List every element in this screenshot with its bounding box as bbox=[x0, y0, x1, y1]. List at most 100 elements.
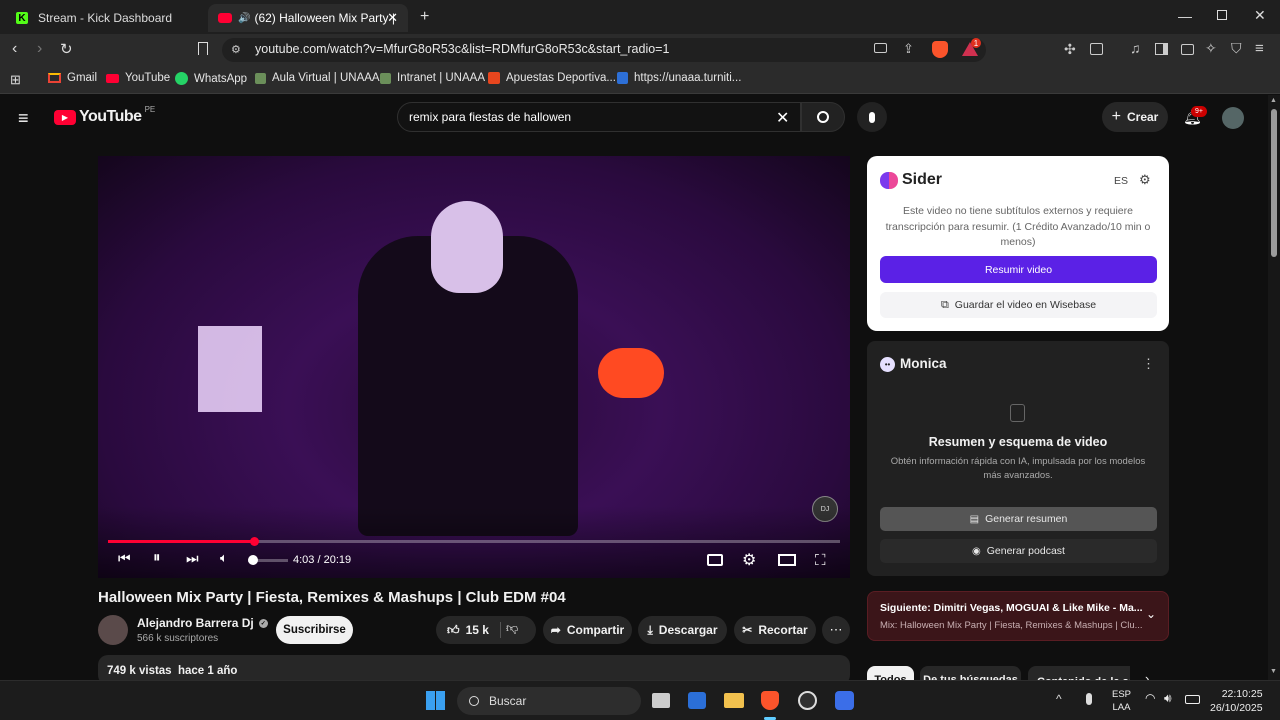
like-button[interactable]: 👍︎ 15 k bbox=[442, 616, 494, 644]
app-blue-icon[interactable] bbox=[835, 691, 854, 710]
progress-bar-track[interactable] bbox=[108, 540, 840, 543]
microphone-tray-icon[interactable] bbox=[1086, 693, 1092, 705]
clip-button[interactable]: ✂ Recortar bbox=[734, 616, 816, 644]
sider-settings-icon[interactable]: ⚙ bbox=[1139, 172, 1151, 188]
scroll-down-icon[interactable]: ▼ bbox=[1270, 668, 1277, 675]
subscribe-button[interactable]: Suscribirse bbox=[276, 616, 353, 644]
search-button[interactable] bbox=[801, 102, 845, 132]
summarize-video-button[interactable]: Resumir video bbox=[880, 256, 1157, 283]
bookmark-apuestas[interactable]: Apuestas Deportiva... bbox=[488, 72, 616, 84]
browser-toolbar: ‹ › ↻ ⚙ youtube.com/watch?v=MfurG8oR53c&… bbox=[0, 34, 1280, 66]
scroll-up-icon[interactable]: ▲ bbox=[1270, 97, 1277, 104]
more-actions-button[interactable]: ⋯ bbox=[822, 616, 850, 644]
bookmark-label: https://unaaa.turniti... bbox=[634, 72, 742, 84]
keyboard-language[interactable]: ESP LAA bbox=[1112, 688, 1131, 714]
fullscreen-icon[interactable]: ⛶ bbox=[815, 552, 826, 569]
settings-gear-icon[interactable]: ⚙ bbox=[742, 550, 756, 570]
progress-scrubber[interactable] bbox=[249, 537, 259, 546]
clear-search-icon[interactable]: ✕ bbox=[776, 108, 789, 128]
playlist-next-panel[interactable]: Siguiente: Dimitri Vegas, MOGUAI & Like … bbox=[867, 591, 1169, 641]
minimize-icon[interactable]: — bbox=[1178, 8, 1192, 24]
pause-icon[interactable]: ⏸ bbox=[153, 549, 161, 566]
theater-mode-icon[interactable] bbox=[778, 554, 796, 566]
volume-knob[interactable] bbox=[248, 555, 258, 565]
voice-search-button[interactable] bbox=[857, 102, 887, 132]
video-player[interactable]: DJ ⏮ ⏸ ⏭ 🔈︎ 4:03 / 20:19 ⚙ ⛶ bbox=[98, 156, 850, 578]
subtitles-icon[interactable] bbox=[707, 554, 723, 566]
close-window-icon[interactable]: ✕ bbox=[1254, 7, 1266, 24]
monica-heading: Resumen y esquema de video bbox=[928, 435, 1108, 449]
tray-expand-icon[interactable]: ^ bbox=[1056, 692, 1062, 706]
apps-grid-icon[interactable]: ⊞ bbox=[10, 72, 21, 88]
brave-shields-icon[interactable] bbox=[932, 41, 948, 58]
youtube-logo[interactable]: ▶ YouTube PE bbox=[54, 105, 155, 126]
bookmark-aula-virtual[interactable]: Aula Virtual | UNAAA bbox=[255, 72, 380, 84]
reload-icon[interactable]: ↻ bbox=[60, 40, 73, 58]
create-button[interactable]: + Crear bbox=[1102, 102, 1168, 132]
sidebar-icon[interactable] bbox=[1155, 43, 1168, 55]
channel-avatar[interactable] bbox=[98, 615, 128, 645]
back-icon[interactable]: ‹ bbox=[12, 40, 17, 58]
save-to-wisebase-button[interactable]: ⧉ Guardar el video en Wisebase bbox=[880, 292, 1157, 318]
task-view-icon[interactable] bbox=[652, 693, 670, 708]
download-button[interactable]: ⤓ Descargar bbox=[638, 616, 727, 644]
obs-icon[interactable] bbox=[798, 691, 817, 710]
generate-summary-button[interactable]: ▤ Generar resumen bbox=[880, 507, 1157, 531]
brave-browser-icon[interactable] bbox=[761, 691, 779, 710]
share-button[interactable]: ➦ Compartir bbox=[543, 616, 632, 644]
ai-leo-icon[interactable]: ✧ bbox=[1205, 40, 1217, 57]
youtube-icon bbox=[106, 73, 119, 83]
next-icon[interactable]: ⏭ bbox=[186, 550, 199, 567]
windows-start-icon[interactable] bbox=[426, 691, 445, 710]
like-count: 15 k bbox=[465, 623, 489, 637]
expand-chevron-icon[interactable]: ⌄ bbox=[1146, 607, 1156, 621]
hamburger-menu-icon[interactable]: ≡ bbox=[18, 108, 29, 129]
volume-icon[interactable]: 🔈︎ bbox=[220, 550, 228, 566]
monica-more-icon[interactable]: ⋮ bbox=[1142, 356, 1155, 372]
bookmark-label: YouTube bbox=[125, 72, 171, 84]
time-display: 4:03 / 20:19 bbox=[293, 554, 352, 566]
wallet-icon[interactable] bbox=[1181, 44, 1194, 55]
wifi-icon[interactable]: ◠ bbox=[1145, 691, 1155, 705]
share-icon[interactable]: ⇪ bbox=[903, 41, 914, 57]
file-explorer-icon[interactable] bbox=[724, 693, 744, 708]
thumbs-up-icon: 👍︎ bbox=[447, 622, 460, 637]
thumbs-down-icon[interactable]: 👎︎ bbox=[506, 621, 518, 636]
bookmark-icon[interactable] bbox=[198, 42, 208, 55]
store-icon[interactable] bbox=[688, 692, 706, 709]
scrollbar-thumb[interactable] bbox=[1271, 109, 1277, 257]
menu-icon[interactable]: ≡ bbox=[1255, 40, 1264, 57]
url-bar[interactable]: ⚙ youtube.com/watch?v=MfurG8oR53c&list=R… bbox=[222, 38, 986, 62]
bookmark-turnitin[interactable]: https://unaaa.turniti... bbox=[617, 72, 741, 84]
taskbar-search-box[interactable]: Buscar bbox=[457, 687, 641, 715]
vpn-icon[interactable]: ⛉ bbox=[1231, 40, 1242, 57]
music-icon[interactable]: ♫ bbox=[1130, 40, 1141, 56]
search-input[interactable]: remix para fiestas de hallowen bbox=[409, 110, 571, 124]
channel-name[interactable]: Alejandro Barrera Dj ✓ bbox=[137, 616, 268, 630]
battery-icon[interactable] bbox=[1185, 695, 1200, 704]
site-info-icon[interactable]: ⚙ bbox=[231, 43, 241, 56]
clock[interactable]: 22:10:25 26/10/2025 bbox=[1210, 687, 1263, 715]
generate-podcast-button[interactable]: ◉ Generar podcast bbox=[880, 539, 1157, 563]
cast-icon[interactable] bbox=[874, 43, 887, 53]
close-tab-icon[interactable]: ✕ bbox=[387, 10, 398, 26]
screenshot-icon[interactable] bbox=[1090, 43, 1103, 55]
account-avatar[interactable] bbox=[1222, 107, 1244, 129]
restore-icon[interactable] bbox=[1217, 10, 1227, 20]
new-tab-icon[interactable]: + bbox=[420, 8, 429, 26]
search-box[interactable]: remix para fiestas de hallowen ✕ bbox=[397, 102, 801, 132]
tab-youtube-video[interactable]: 🔊 (62) Halloween Mix Party | Fie ✕ bbox=[208, 4, 408, 32]
forward-icon[interactable]: › bbox=[37, 40, 42, 58]
tab-kick-dashboard[interactable]: K Stream - Kick Dashboard bbox=[6, 4, 206, 32]
clock-date: 26/10/2025 bbox=[1210, 702, 1263, 714]
volume-tray-icon[interactable]: 🔊︎ bbox=[1164, 691, 1172, 706]
notification-count-badge: 9+ bbox=[1191, 106, 1207, 117]
page-scrollbar[interactable]: ▲ ▼ bbox=[1268, 95, 1280, 680]
bookmark-intranet[interactable]: Intranet | UNAAA bbox=[380, 72, 485, 84]
bookmark-gmail[interactable]: Gmail bbox=[48, 72, 97, 84]
language-selector[interactable]: ES bbox=[1114, 175, 1128, 187]
bookmark-youtube[interactable]: YouTube bbox=[106, 72, 170, 84]
extensions-icon[interactable]: ✣ bbox=[1064, 41, 1076, 58]
previous-icon[interactable]: ⏮ bbox=[118, 550, 131, 567]
bookmark-whatsapp[interactable]: WhatsApp bbox=[175, 72, 247, 85]
